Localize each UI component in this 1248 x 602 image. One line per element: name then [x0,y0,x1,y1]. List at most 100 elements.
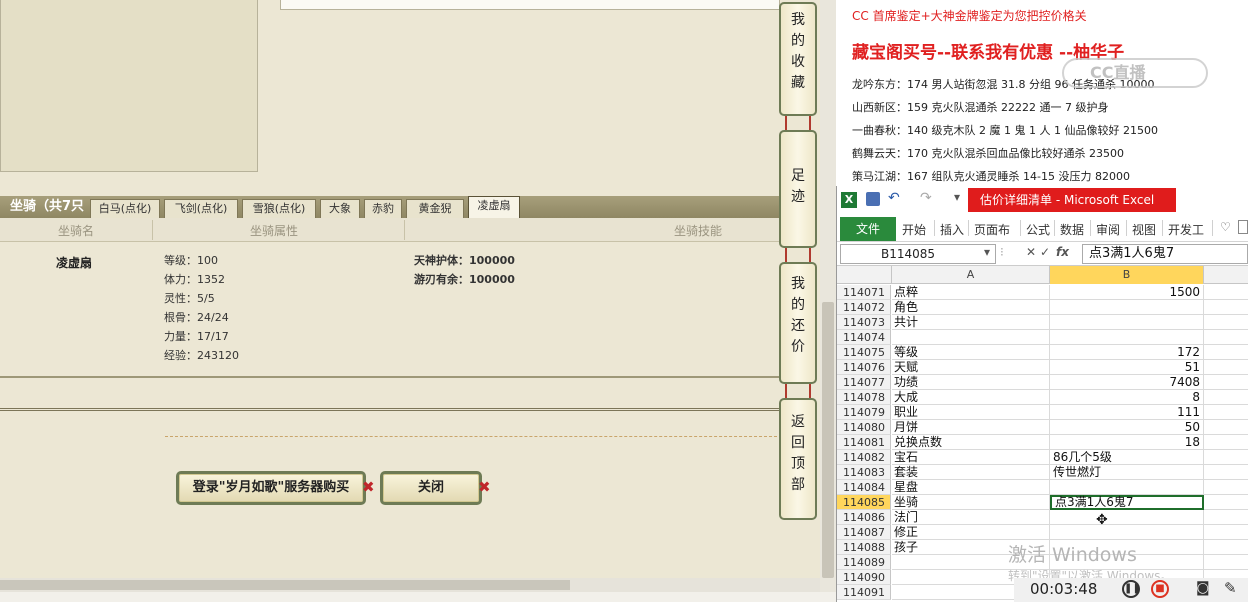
cell-c[interactable] [1204,525,1248,540]
cell-c[interactable] [1204,495,1248,510]
cell-a[interactable] [892,330,1050,345]
cell-c[interactable] [1204,450,1248,465]
cell-b[interactable] [1050,480,1204,495]
active-cell-b[interactable]: 点3满1人6鬼7 [1050,495,1204,510]
row-number[interactable]: 114085 [837,495,891,510]
cell-a[interactable]: 角色 [892,300,1050,315]
cell-b[interactable]: 50 [1050,420,1204,435]
cell-a[interactable]: 职业 [892,405,1050,420]
close-button[interactable]: 关闭 [380,471,482,505]
cell-a[interactable]: 点粹 [892,285,1050,300]
tab-mount-2[interactable]: 飞剑(点化) [164,199,238,218]
tab-mount-5[interactable]: 赤豹 [364,199,402,218]
cell-a[interactable]: 套装 [892,465,1050,480]
insert-function-icon[interactable]: fx [1056,245,1069,259]
ribbon-tab-view[interactable]: 视图 [1132,221,1156,238]
cell-c[interactable] [1204,285,1248,300]
ribbon-tab-insert[interactable]: 插入 [940,221,964,238]
row-number[interactable]: 114083 [837,465,891,480]
ribbon-tab-home[interactable]: 开始 [902,221,926,238]
undo-icon[interactable]: ↶ [888,190,900,206]
row-number[interactable]: 114082 [837,450,891,465]
customize-toolbar-icon[interactable]: ▾ [954,190,960,204]
cell-c[interactable] [1204,300,1248,315]
cell-a[interactable]: 宝石 [892,450,1050,465]
row-number[interactable]: 114086 [837,510,891,525]
tab-mount-6[interactable]: 黄金猊 [406,199,464,218]
cell-c[interactable] [1204,315,1248,330]
pause-icon[interactable]: ❚❚ [1122,580,1141,598]
cell-b[interactable] [1050,510,1204,525]
row-number[interactable]: 114071 [837,285,891,300]
row-number[interactable]: 114074 [837,330,891,345]
cell-a[interactable]: 天赋 [892,360,1050,375]
cell-b[interactable]: 8 [1050,390,1204,405]
cell-b[interactable]: 86几个5级 [1050,450,1204,465]
ribbon-tab-formulas[interactable]: 公式 [1026,221,1050,238]
cell-a[interactable]: 坐骑 [892,495,1050,510]
row-number[interactable]: 114072 [837,300,891,315]
row-number[interactable]: 114087 [837,525,891,540]
row-number[interactable]: 114076 [837,360,891,375]
row-number[interactable]: 114078 [837,390,891,405]
cell-a[interactable]: 星盘 [892,480,1050,495]
ribbon-tab-page-layout[interactable]: 页面布 [974,221,1010,238]
cell-b[interactable] [1050,315,1204,330]
formula-input[interactable]: 点3满1人6鬼7 [1082,244,1248,264]
my-favorites-button[interactable]: 我的收藏 [779,2,817,116]
name-box[interactable]: B114085 [840,244,996,264]
cell-c[interactable] [1204,435,1248,450]
cell-a[interactable]: 共计 [892,315,1050,330]
cell-a[interactable]: 法门 [892,510,1050,525]
footprint-button[interactable]: 足迹 [779,130,817,248]
cell-a[interactable]: 兑换点数 [892,435,1050,450]
pen-icon[interactable]: ✎ [1224,579,1237,597]
cell-c[interactable] [1204,420,1248,435]
cell-c[interactable] [1204,360,1248,375]
row-number[interactable]: 114089 [837,555,891,570]
cell-a[interactable]: 等级 [892,345,1050,360]
row-number[interactable]: 114090 [837,570,891,585]
row-number[interactable]: 114091 [837,585,891,600]
cell-c[interactable] [1204,330,1248,345]
column-header-a[interactable]: A [892,266,1050,284]
cell-b[interactable]: 172 [1050,345,1204,360]
cell-c[interactable] [1204,480,1248,495]
cell-c[interactable] [1204,465,1248,480]
row-number[interactable]: 114080 [837,420,891,435]
cell-c[interactable] [1204,540,1248,555]
cell-b[interactable]: 1500 [1050,285,1204,300]
minimize-ribbon-icon[interactable] [1238,220,1248,234]
cell-a[interactable]: 月饼 [892,420,1050,435]
cell-b[interactable]: 51 [1050,360,1204,375]
cell-b[interactable]: 111 [1050,405,1204,420]
cell-a[interactable]: 功绩 [892,375,1050,390]
cell-a[interactable]: 修正 [892,525,1050,540]
heart-icon[interactable]: ♡ [1220,220,1231,234]
cell-b[interactable]: 传世燃灯 [1050,465,1204,480]
tab-mount-1[interactable]: 白马(点化) [90,199,160,218]
formula-bar-resize-icon[interactable]: ⁝ [1000,245,1004,259]
cell-c[interactable] [1204,405,1248,420]
ribbon-tab-review[interactable]: 审阅 [1096,221,1120,238]
tab-mount-7-active[interactable]: 凌虚扇 [468,196,520,218]
cell-b[interactable] [1050,300,1204,315]
cell-b[interactable] [1050,330,1204,345]
cell-b[interactable]: 7408 [1050,375,1204,390]
camera-icon[interactable]: ◙ [1196,580,1210,596]
row-number[interactable]: 114088 [837,540,891,555]
row-number[interactable]: 114081 [837,435,891,450]
name-box-dropdown-icon[interactable]: ▾ [984,245,990,259]
login-buy-button[interactable]: 登录"岁月如歌"服务器购买 [176,471,366,505]
cancel-icon[interactable]: ✕ [1026,245,1036,259]
vertical-scroll-thumb[interactable] [822,302,834,578]
back-to-top-button[interactable]: 返回顶部 [779,398,817,520]
my-bargain-button[interactable]: 我的还价 [779,262,817,384]
cell-c[interactable] [1204,345,1248,360]
row-number[interactable]: 114075 [837,345,891,360]
select-all-corner[interactable] [837,266,892,284]
row-number[interactable]: 114084 [837,480,891,495]
tab-mount-3[interactable]: 雪狼(点化) [242,199,316,218]
cell-b[interactable] [1050,525,1204,540]
redo-icon[interactable]: ↷ [920,190,932,206]
